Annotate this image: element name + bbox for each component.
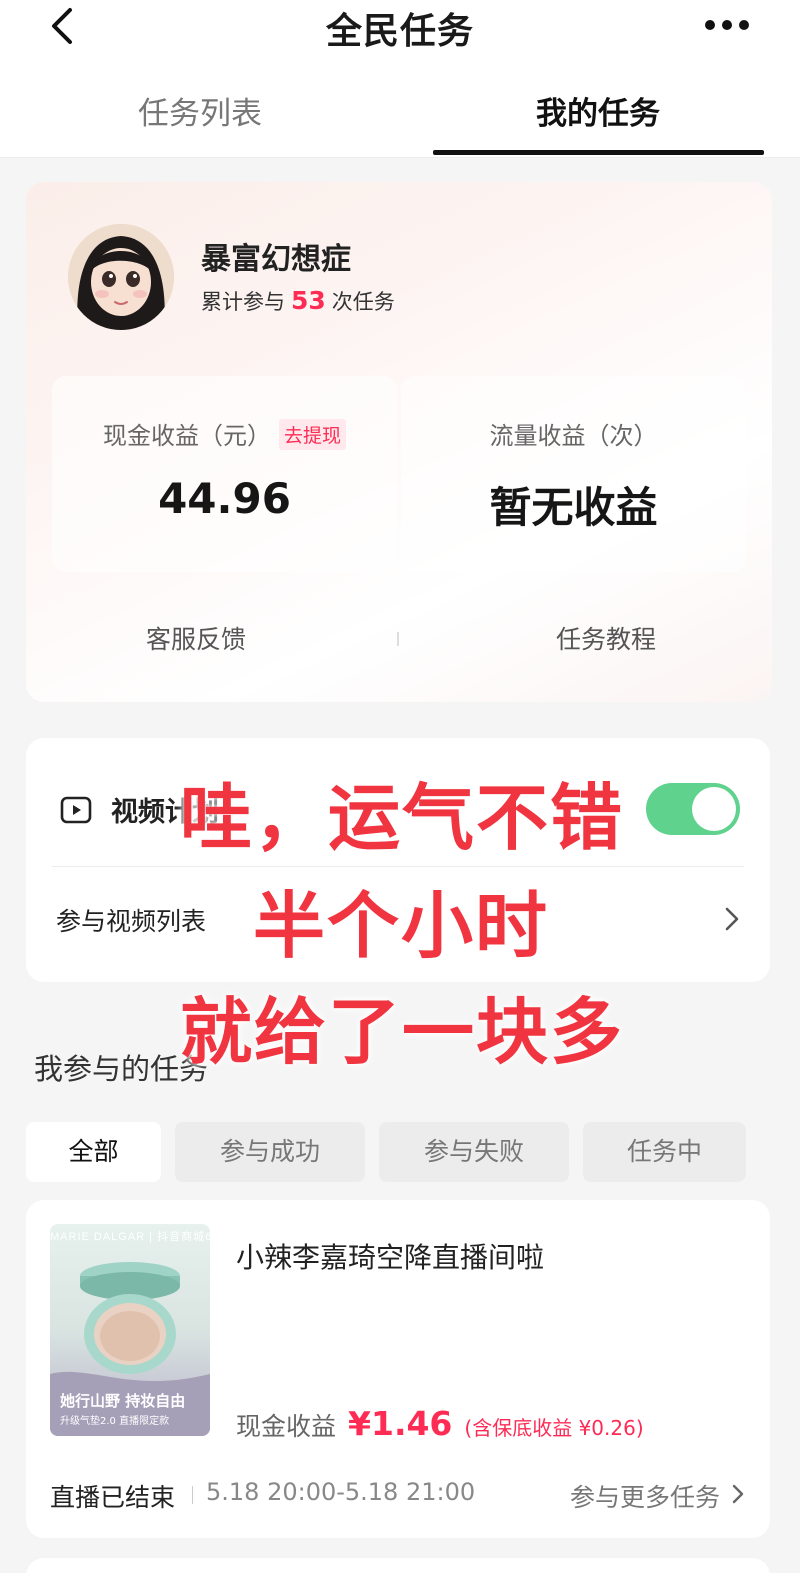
filter-failed[interactable]: 参与失败 — [379, 1122, 569, 1182]
product-thumbnail[interactable]: MARIE DALGAR | 抖音商城618 她行山野 持妆自由 升级气垫2.0… — [50, 1224, 210, 1436]
avatar[interactable] — [68, 224, 174, 330]
link-divider — [397, 632, 399, 646]
withdraw-button[interactable]: 去提现 — [278, 419, 346, 450]
task-earnings-label: 现金收益 — [236, 1412, 337, 1441]
page-title: 全民任务 — [325, 11, 474, 52]
filter-in-progress[interactable]: 任务中 — [583, 1122, 746, 1182]
video-plan-toggle[interactable] — [646, 783, 740, 835]
participation-count: 累计参与 53 次任务 — [201, 286, 395, 316]
cash-earnings-box: 现金收益（元） 去提现 44.96 — [52, 376, 397, 572]
video-list-link[interactable]: 参与视频列表 — [56, 902, 206, 938]
overlay-caption-line-1: 哇，运气不错 — [180, 776, 625, 860]
task-tutorial-link[interactable]: 任务教程 — [436, 620, 776, 656]
customer-feedback-link[interactable]: 客服反馈 — [26, 620, 366, 656]
task-card[interactable]: MARIE DALGAR | 抖音商城618 她行山野 持妆自由 升级气垫2.0… — [26, 1200, 770, 1538]
video-play-icon — [60, 796, 92, 824]
active-tab-indicator — [433, 150, 764, 155]
cash-earnings-value: 44.96 — [158, 474, 291, 523]
task-time: 5.18 20:00-5.18 21:00 — [206, 1478, 476, 1506]
ellipsis-icon[interactable] — [704, 18, 750, 32]
tab-bar: 任务列表 我的任务 — [0, 58, 800, 158]
task-title: 小辣李嘉琦空降直播间啦 — [236, 1241, 545, 1274]
profile-card: 暴富幻想症 累计参与 53 次任务 现金收益（元） 去提现 44.96 流量收益（… — [26, 182, 772, 702]
username: 暴富幻想症 — [201, 242, 351, 277]
more-tasks-link[interactable]: 参与更多任务 — [570, 1478, 720, 1514]
product-subtitle: 升级气垫2.0 直播限定款 — [60, 1416, 170, 1427]
participation-number: 53 — [291, 286, 326, 315]
chevron-right-icon[interactable] — [732, 1484, 744, 1504]
traffic-earnings-box: 流量收益（次） 暂无收益 — [401, 376, 746, 572]
next-task-card[interactable] — [26, 1558, 770, 1573]
product-brand-text: MARIE DALGAR | 抖音商城618 — [50, 1231, 210, 1243]
traffic-earnings-value: 暂无收益 — [489, 483, 658, 532]
traffic-earnings-label: 流量收益（次） — [489, 422, 658, 450]
top-nav-bar: 全民任务 — [0, 0, 800, 58]
overlay-caption-line-2: 半个小时 — [253, 884, 550, 968]
task-earnings: 现金收益 ¥1.46 (含保底收益 ¥0.26) — [236, 1404, 644, 1443]
participation-prefix: 累计参与 — [201, 290, 285, 314]
filter-all[interactable]: 全部 — [26, 1122, 161, 1182]
divider — [192, 1486, 193, 1504]
product-slogan: 她行山野 持妆自由 — [60, 1392, 186, 1410]
cash-earnings-label: 现金收益（元） — [102, 422, 271, 450]
divider — [52, 866, 744, 867]
toggle-knob — [692, 787, 736, 831]
task-status: 直播已结束 — [50, 1483, 176, 1512]
chevron-right-icon[interactable] — [724, 906, 740, 932]
overlay-caption-line-3: 就给了一块多 — [180, 990, 625, 1074]
filter-success[interactable]: 参与成功 — [175, 1122, 365, 1182]
participation-suffix: 次任务 — [331, 290, 395, 314]
task-earnings-value: ¥1.46 — [348, 1404, 453, 1443]
avatar-illustration — [68, 224, 174, 330]
cash-earnings-label-row: 现金收益（元） 去提现 — [52, 416, 397, 451]
task-earnings-note: (含保底收益 ¥0.26) — [464, 1416, 644, 1440]
tab-my-tasks[interactable]: 我的任务 — [448, 88, 748, 133]
tab-task-list[interactable]: 任务列表 — [50, 88, 350, 133]
